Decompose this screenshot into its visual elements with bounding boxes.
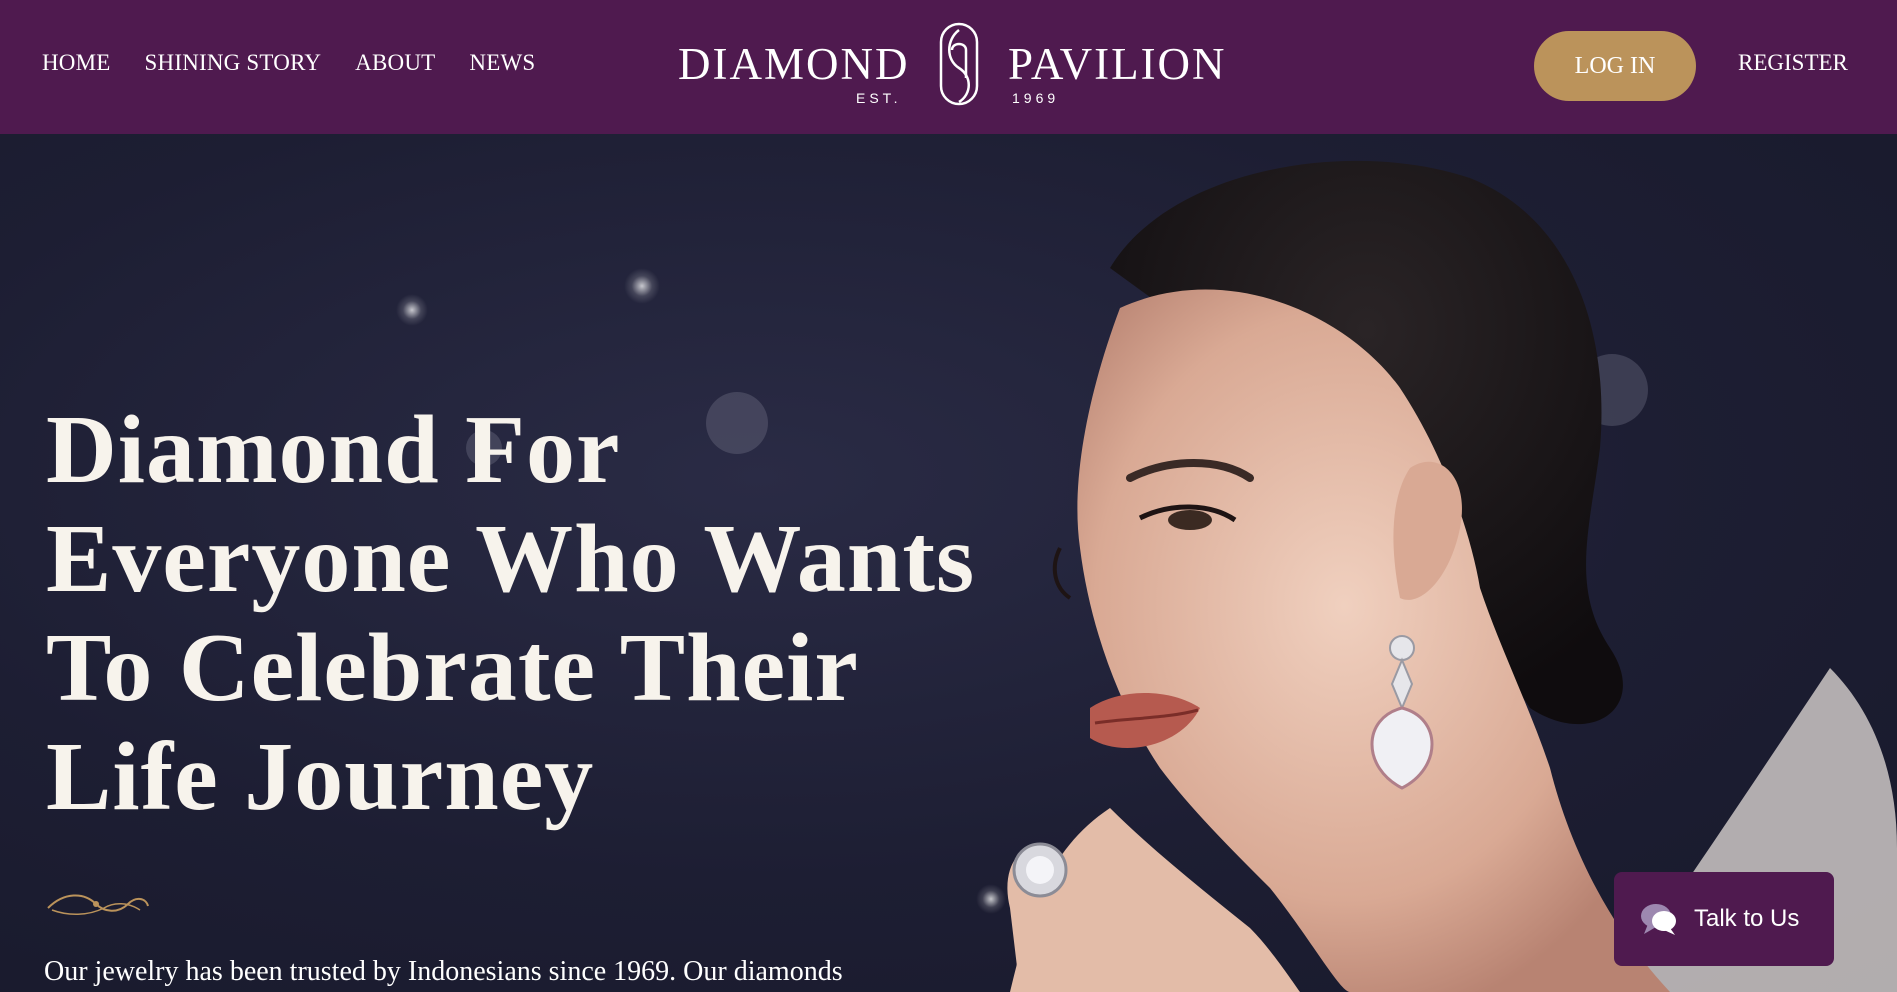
sparkle-decoration bbox=[624, 268, 660, 304]
gold-flourish-icon bbox=[47, 894, 149, 915]
hero-description: Our jewelry has been trusted by Indonesi… bbox=[44, 956, 843, 987]
talk-to-us-label: Talk to Us bbox=[1694, 905, 1800, 932]
logo-est-label: EST. bbox=[856, 90, 902, 106]
hero-title: Diamond For Everyone Who Wants To Celebr… bbox=[46, 396, 976, 831]
logo-word-right: PAVILION bbox=[1008, 39, 1227, 89]
talk-to-us-button[interactable]: Talk to Us bbox=[1614, 872, 1834, 966]
nav-link-news[interactable]: NEWS bbox=[469, 50, 535, 76]
top-navbar: HOME SHINING STORY ABOUT NEWS DIAMOND PA… bbox=[0, 0, 1897, 134]
register-link[interactable]: REGISTER bbox=[1738, 50, 1848, 76]
brand-logo[interactable]: DIAMOND PAVILION EST. 1969 bbox=[678, 18, 1225, 110]
hero-section: Diamond For Everyone Who Wants To Celebr… bbox=[0, 134, 1897, 992]
logo-word-left: DIAMOND bbox=[678, 39, 910, 89]
nav-link-about[interactable]: ABOUT bbox=[355, 50, 435, 76]
logo-monogram-icon bbox=[939, 22, 979, 106]
logo-year-label: 1969 bbox=[1012, 90, 1060, 106]
nav-link-shining-story[interactable]: SHINING STORY bbox=[145, 50, 322, 76]
chat-bubbles-icon bbox=[1641, 904, 1676, 935]
login-button[interactable]: LOG IN bbox=[1534, 31, 1696, 101]
main-nav: HOME SHINING STORY ABOUT NEWS bbox=[42, 50, 535, 76]
model-portrait-image bbox=[1007, 160, 1897, 992]
nav-link-home[interactable]: HOME bbox=[42, 50, 111, 76]
sparkle-decoration bbox=[396, 294, 428, 326]
